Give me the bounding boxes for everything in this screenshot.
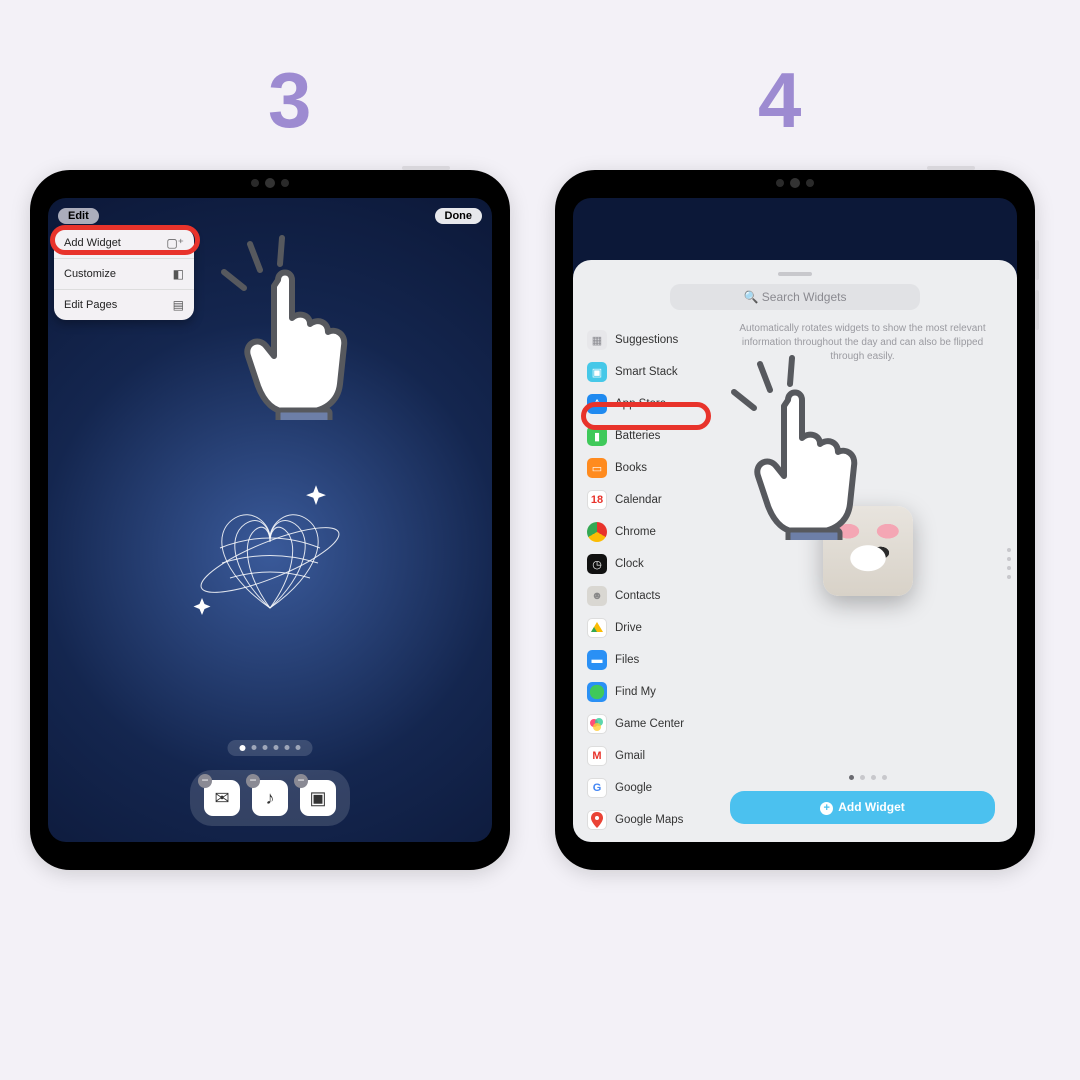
list-app-store[interactable]: A App Store xyxy=(587,388,718,420)
power-button xyxy=(927,166,975,170)
volume-up xyxy=(1035,240,1039,280)
page-indicator[interactable] xyxy=(228,740,313,756)
list-label: Gmail xyxy=(615,750,645,762)
list-contacts[interactable]: ☻ Contacts xyxy=(587,580,718,612)
list-label: Suggestions xyxy=(615,334,678,346)
batteries-icon: ▮ xyxy=(587,426,607,446)
list-drive[interactable]: Drive xyxy=(587,612,718,644)
list-findmy[interactable]: Find My xyxy=(587,676,718,708)
step-number-4: 4 xyxy=(758,55,801,146)
power-button xyxy=(402,166,450,170)
done-button[interactable]: Done xyxy=(435,208,483,224)
smart-stack-preview[interactable] xyxy=(823,506,913,596)
gamecenter-icon xyxy=(587,714,607,734)
list-files[interactable]: ▬ Files xyxy=(587,644,718,676)
menu-add-widget[interactable]: Add Widget ▢⁺ xyxy=(54,228,194,259)
plus-icon: + xyxy=(820,802,833,815)
maps-icon xyxy=(587,810,607,830)
list-google[interactable]: G Google xyxy=(587,772,718,804)
smart-stack-icon: ▣ xyxy=(587,362,607,382)
edit-context-menu: Add Widget ▢⁺ Customize ◧ Edit Pages ▤ xyxy=(54,228,194,320)
edit-button[interactable]: Edit xyxy=(58,208,99,224)
widget-preview-pane: Automatically rotates widgets to show th… xyxy=(718,316,1017,842)
list-books[interactable]: ▭ Books xyxy=(587,452,718,484)
menu-customize-label: Customize xyxy=(64,268,116,280)
widget-app-list[interactable]: ▦ Suggestions ▣ Smart Stack A App Store … xyxy=(573,316,718,842)
list-label: Google Maps xyxy=(615,814,683,826)
add-widget-button[interactable]: + Add Widget xyxy=(730,791,995,824)
smart-stack-description: Automatically rotates widgets to show th… xyxy=(726,322,999,380)
list-batteries[interactable]: ▮ Batteries xyxy=(587,420,718,452)
list-label: Calendar xyxy=(615,494,662,506)
add-widget-icon: ▢⁺ xyxy=(166,236,184,250)
volume-down xyxy=(1035,290,1039,330)
widget-gallery-screen: 🔍 Search Widgets ▦ Suggestions ▣ Smart S… xyxy=(573,198,1017,842)
camera-notch xyxy=(251,178,289,188)
list-label: Smart Stack xyxy=(615,366,678,378)
list-label: App Store xyxy=(615,398,666,410)
appstore-icon: A xyxy=(587,394,607,414)
search-widgets-input[interactable]: 🔍 Search Widgets xyxy=(670,284,920,310)
ipad-frame-right: 🔍 Search Widgets ▦ Suggestions ▣ Smart S… xyxy=(555,170,1035,870)
list-suggestions[interactable]: ▦ Suggestions xyxy=(587,324,718,356)
list-label: Files xyxy=(615,654,639,666)
music-icon: ♪ xyxy=(266,788,275,809)
contacts-icon: ☻ xyxy=(587,586,607,606)
list-clock[interactable]: ◷ Clock xyxy=(587,548,718,580)
step-number-3: 3 xyxy=(268,55,311,146)
list-gmail[interactable]: M Gmail xyxy=(587,740,718,772)
list-gamecenter[interactable]: Game Center xyxy=(587,708,718,740)
suggestions-icon: ▦ xyxy=(587,330,607,350)
dock: ✉ ♪ ▣ xyxy=(190,770,350,826)
list-health[interactable]: ♥ Health xyxy=(587,836,718,842)
customize-icon: ◧ xyxy=(173,267,184,281)
list-label: Clock xyxy=(615,558,644,570)
edit-pages-icon: ▤ xyxy=(173,298,184,312)
menu-edit-pages-label: Edit Pages xyxy=(64,299,117,311)
books-icon: ▭ xyxy=(587,458,607,478)
list-label: Batteries xyxy=(615,430,660,442)
photo-icon: ▣ xyxy=(309,788,326,809)
list-label: Google xyxy=(615,782,652,794)
wallpaper-heart xyxy=(190,478,350,638)
dock-app-photos[interactable]: ▣ xyxy=(300,780,336,816)
list-label: Game Center xyxy=(615,718,684,730)
list-label: Chrome xyxy=(615,526,656,538)
list-smart-stack[interactable]: ▣ Smart Stack xyxy=(587,356,718,388)
stack-page-dots xyxy=(1007,548,1011,579)
sheet-grabber[interactable] xyxy=(778,272,812,276)
gmail-icon: M xyxy=(587,746,607,766)
preview-photo xyxy=(823,506,913,596)
menu-edit-pages[interactable]: Edit Pages ▤ xyxy=(54,290,194,320)
list-label: Find My xyxy=(615,686,656,698)
home-screen: Edit Done Add Widget ▢⁺ Customize ◧ Edit… xyxy=(48,198,492,842)
calendar-icon: 18 xyxy=(587,490,607,510)
widget-gallery-sheet: 🔍 Search Widgets ▦ Suggestions ▣ Smart S… xyxy=(573,260,1017,842)
dock-app-mail[interactable]: ✉ xyxy=(204,780,240,816)
clock-icon: ◷ xyxy=(587,554,607,574)
list-chrome[interactable]: Chrome xyxy=(587,516,718,548)
drive-icon xyxy=(587,618,607,638)
files-icon: ▬ xyxy=(587,650,607,670)
list-calendar[interactable]: 18 Calendar xyxy=(587,484,718,516)
size-page-dots[interactable] xyxy=(849,775,887,780)
list-label: Books xyxy=(615,462,647,474)
list-label: Contacts xyxy=(615,590,660,602)
ipad-frame-left: Edit Done Add Widget ▢⁺ Customize ◧ Edit… xyxy=(30,170,510,870)
list-google-maps[interactable]: Google Maps xyxy=(587,804,718,836)
camera-notch xyxy=(776,178,814,188)
list-label: Drive xyxy=(615,622,642,634)
findmy-icon xyxy=(587,682,607,702)
menu-customize[interactable]: Customize ◧ xyxy=(54,259,194,290)
chrome-icon xyxy=(587,522,607,542)
google-icon: G xyxy=(587,778,607,798)
mail-icon: ✉ xyxy=(214,788,229,809)
menu-add-widget-label: Add Widget xyxy=(64,237,121,249)
add-widget-label: Add Widget xyxy=(838,800,905,814)
dock-app-music[interactable]: ♪ xyxy=(252,780,288,816)
